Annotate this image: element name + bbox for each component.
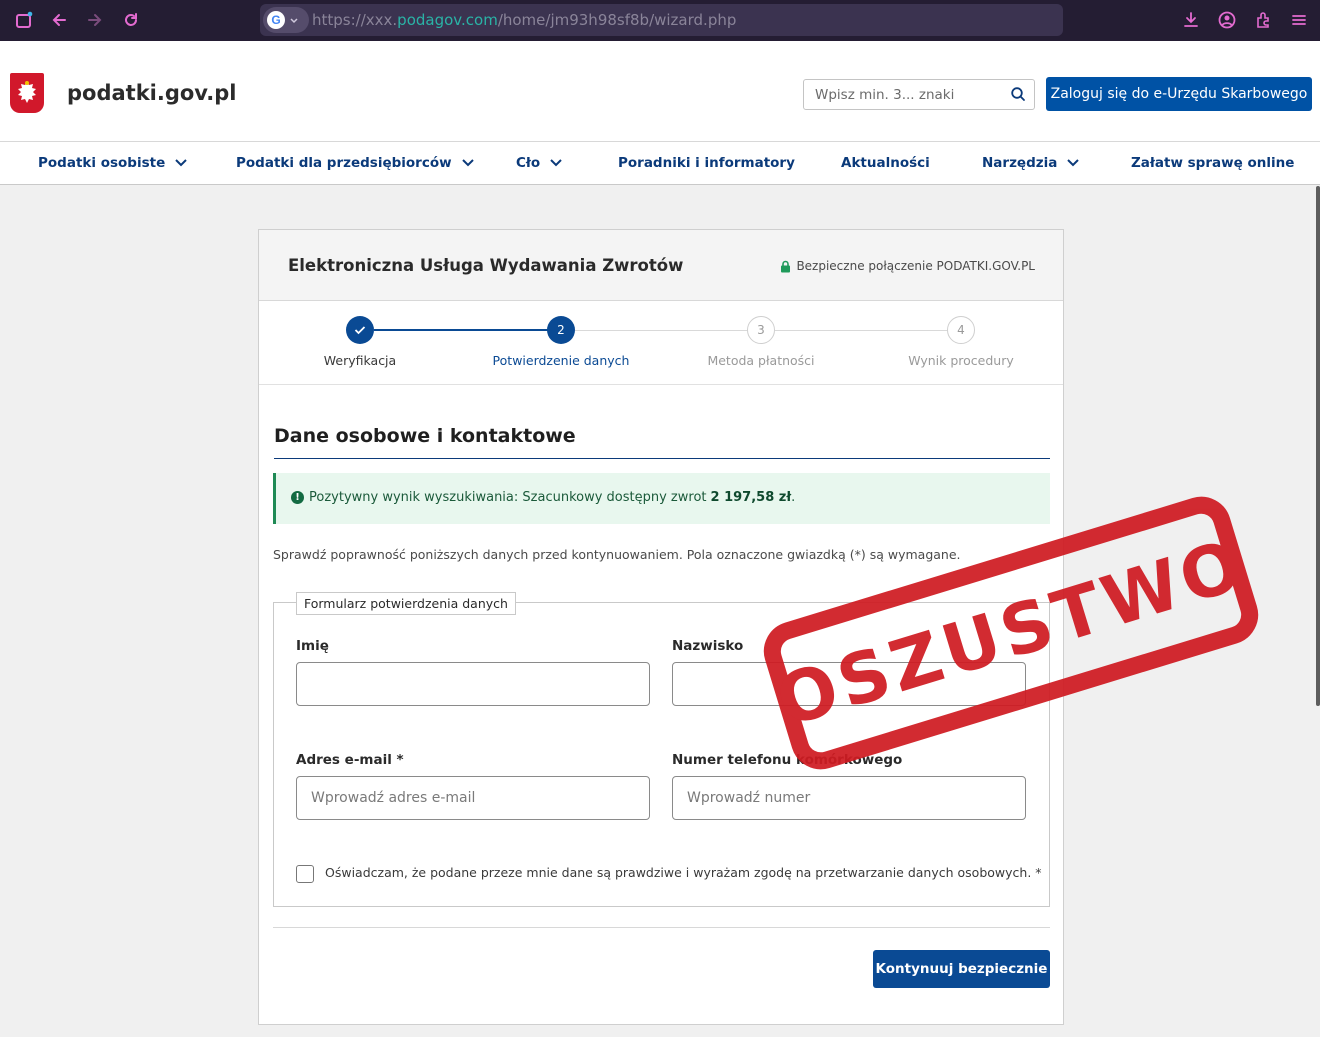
step-metoda-platnosci: 3 Metoda płatności (661, 316, 861, 368)
info-icon: ! (291, 491, 304, 504)
section-title: Dane osobowe i kontaktowe (274, 425, 576, 447)
alert-end: . (791, 490, 796, 505)
account-icon[interactable] (1216, 9, 1238, 31)
download-icon[interactable] (1180, 9, 1202, 31)
main-navigation: Podatki osobiste Podatki dla przedsiębio… (0, 141, 1320, 184)
login-button[interactable]: Zaloguj się do e-Urzędu Skarbowego (1046, 77, 1312, 111)
nav-label: Podatki osobiste (38, 155, 166, 171)
tabs-icon[interactable] (13, 9, 35, 31)
site-title[interactable]: podatki.gov.pl (67, 81, 237, 105)
page-scrollbar[interactable] (1316, 186, 1320, 706)
extensions-icon[interactable] (1253, 9, 1275, 31)
url-text[interactable]: https://xxx.podagov.com/home/jm93h98sf8b… (312, 11, 736, 29)
step-number: 2 (547, 316, 575, 344)
eagle-emblem-logo[interactable] (10, 73, 44, 113)
refund-amount: 2 197,58 zł (710, 490, 792, 505)
email-label: Adres e-mail * (296, 752, 404, 768)
step-number: 3 (747, 316, 775, 344)
site-search (803, 79, 1035, 110)
nav-label: Poradniki i informatory (618, 155, 795, 171)
progress-stepper: Weryfikacja 2 Potwierdzenie danych 3 Met… (259, 301, 1063, 385)
form-legend: Formularz potwierdzenia danych (296, 592, 516, 615)
last-name-label: Nazwisko (672, 638, 744, 654)
back-icon[interactable] (48, 9, 70, 31)
step-number: 4 (947, 316, 975, 344)
url-domain: podagov.com (397, 11, 498, 29)
section-divider (274, 458, 1050, 459)
intro-text: Sprawdź poprawność poniższych danych prz… (273, 547, 961, 562)
step-label: Weryfikacja (323, 353, 397, 368)
site-info-chip[interactable]: G (263, 7, 309, 33)
success-alert: ! Pozytywny wynik wyszukiwania: Szacunko… (273, 473, 1050, 524)
chevron-down-icon (289, 11, 299, 30)
chevron-down-icon (175, 159, 187, 167)
first-name-label: Imię (296, 638, 329, 654)
card-title: Elektroniczna Usługa Wydawania Zwrotów (288, 256, 684, 275)
first-name-input[interactable] (296, 662, 650, 706)
chevron-down-icon (1067, 159, 1080, 167)
secure-connection-note: Bezpieczne połączenie PODATKI.GOV.PL (780, 259, 1035, 273)
nav-label: Aktualności (841, 155, 930, 171)
chevron-down-icon (461, 159, 474, 167)
search-icon[interactable] (1010, 86, 1026, 106)
nav-zalatw-sprawe[interactable]: Załatw sprawę online (1131, 142, 1294, 184)
alert-text: Pozytywny wynik wyszukiwania: Szacunkowy… (309, 490, 707, 505)
nav-label: Narzędzia (982, 155, 1058, 171)
continue-button[interactable]: Kontynuuj bezpiecznie (873, 950, 1050, 988)
chevron-down-icon (550, 159, 562, 167)
site-header: podatki.gov.pl Zaloguj się do e-Urzędu S… (0, 41, 1320, 185)
checkmark-icon (346, 316, 374, 344)
email-input[interactable] (296, 776, 650, 820)
step-label: Metoda płatności (707, 353, 815, 368)
phone-input[interactable] (672, 776, 1026, 820)
google-icon: G (267, 11, 285, 29)
nav-label: Cło (516, 155, 541, 171)
consent-label[interactable]: Oświadczam, że podane przeze mnie dane s… (325, 865, 1042, 880)
nav-podatki-przedsiebiorcow[interactable]: Podatki dla przedsiębiorców (236, 142, 474, 184)
nav-clo[interactable]: Cło (516, 142, 562, 184)
step-label: Wynik procedury (908, 353, 1014, 368)
lock-icon (780, 260, 791, 273)
url-path: /home/jm93h98sf8b/wizard.php (497, 11, 737, 29)
search-input[interactable] (804, 80, 1000, 109)
step-label: Potwierdzenie danych (492, 353, 630, 368)
step-weryfikacja: Weryfikacja (260, 316, 460, 368)
forward-icon[interactable] (84, 9, 106, 31)
nav-label: Podatki dla przedsiębiorców (236, 155, 452, 171)
nav-podatki-osobiste[interactable]: Podatki osobiste (38, 142, 187, 184)
form-divider (273, 927, 1050, 928)
nav-label: Załatw sprawę online (1131, 155, 1295, 171)
card-header: Elektroniczna Usługa Wydawania Zwrotów B… (259, 230, 1063, 301)
step-wynik: 4 Wynik procedury (861, 316, 1061, 368)
nav-poradniki[interactable]: Poradniki i informatory (618, 142, 795, 184)
reload-icon[interactable] (120, 9, 142, 31)
address-bar[interactable]: G https://xxx.podagov.com/home/jm93h98sf… (260, 4, 1063, 36)
nav-narzedzia[interactable]: Narzędzia (982, 142, 1080, 184)
menu-icon[interactable] (1288, 9, 1310, 31)
browser-toolbar: G https://xxx.podagov.com/home/jm93h98sf… (0, 0, 1320, 41)
nav-aktualnosci[interactable]: Aktualności (841, 142, 930, 184)
consent-checkbox[interactable] (296, 865, 314, 883)
url-prefix: https://xxx. (312, 11, 398, 29)
step-potwierdzenie: 2 Potwierdzenie danych (461, 316, 661, 368)
secure-label: Bezpieczne połączenie PODATKI.GOV.PL (796, 259, 1035, 273)
